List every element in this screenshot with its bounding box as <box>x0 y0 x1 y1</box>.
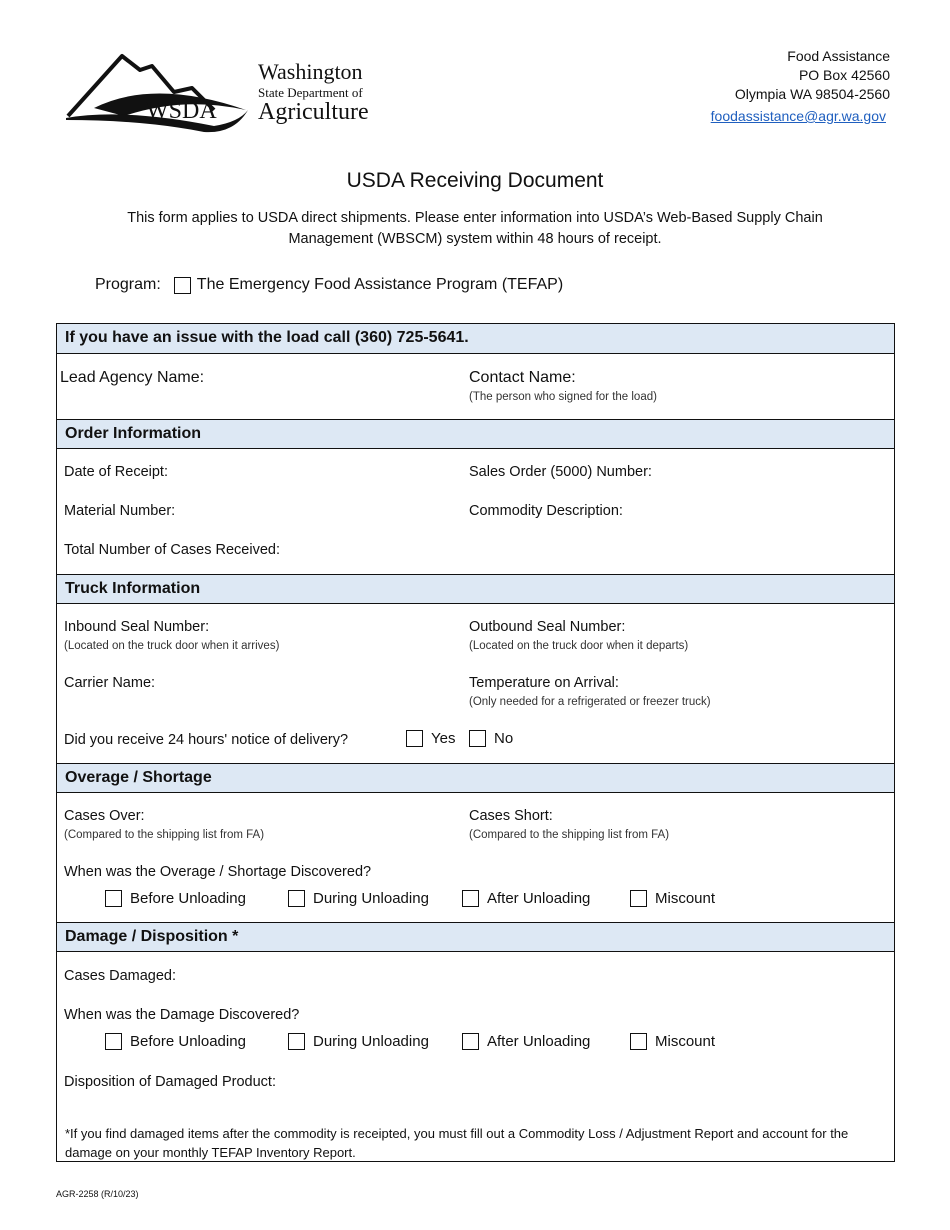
org-line-2: State Department of <box>258 85 363 100</box>
cases-over-hint: (Compared to the shipping list from FA) <box>64 829 265 841</box>
carrier-name-label: Carrier Name: <box>64 675 156 691</box>
damage-section-header: Damage / Disposition * <box>57 922 894 952</box>
notice-no-checkbox[interactable] <box>469 730 486 747</box>
email-link[interactable]: foodassistance@agr.wa.gov <box>711 107 886 126</box>
wsda-logo: WSDA Washington State Department of Agri… <box>64 48 384 134</box>
damage-option-after: After Unloading <box>462 1033 590 1050</box>
mountain-logo-icon: WSDA <box>66 54 248 133</box>
overage-option-miscount: Miscount <box>630 890 715 907</box>
overage-during-checkbox[interactable] <box>288 890 305 907</box>
org-name: Washington State Department of Agricultu… <box>258 59 369 126</box>
option-label: After Unloading <box>487 890 591 907</box>
cases-damaged-label: Cases Damaged: <box>64 968 177 984</box>
program-row: Program: The Emergency Food Assistance P… <box>95 276 563 294</box>
cases-over-label: Cases Over: <box>64 808 145 824</box>
option-label: During Unloading <box>313 1033 429 1050</box>
notice-no-option: No <box>469 730 513 747</box>
temperature-label: Temperature on Arrival: <box>469 675 619 691</box>
intro-text: This form applies to USDA direct shipmen… <box>127 210 823 247</box>
notice-question: Did you receive 24 hours' notice of deli… <box>64 732 349 748</box>
truck-section-header: Truck Information <box>57 574 894 604</box>
damage-footnote: *If you find damaged items after the com… <box>65 1126 849 1160</box>
date-of-receipt-label: Date of Receipt: <box>64 464 168 480</box>
damage-during-checkbox[interactable] <box>288 1033 305 1050</box>
temperature-hint: (Only needed for a refrigerated or freez… <box>469 696 711 708</box>
cases-short-label: Cases Short: <box>469 808 553 824</box>
inbound-seal-label: Inbound Seal Number: <box>64 619 210 635</box>
damage-after-checkbox[interactable] <box>462 1033 479 1050</box>
damage-question: When was the Damage Discovered? <box>64 1007 300 1023</box>
tefap-checkbox[interactable] <box>173 276 191 294</box>
tefap-label: The Emergency Food Assistance Program (T… <box>196 276 564 293</box>
address-line: Food Assistance <box>787 48 890 64</box>
option-label: After Unloading <box>487 1033 591 1050</box>
address-line: PO Box 42560 <box>798 67 890 83</box>
notice-no-label: No <box>494 730 514 747</box>
overage-option-after: After Unloading <box>462 890 590 907</box>
damage-miscount-checkbox[interactable] <box>630 1033 647 1050</box>
sales-order-label: Sales Order (5000) Number: <box>469 464 652 480</box>
order-section-header: Order Information <box>57 419 894 449</box>
total-cases-label: Total Number of Cases Received: <box>64 542 280 558</box>
address-block: Food Assistance PO Box 42560 Olympia WA … <box>711 47 890 126</box>
overage-section-header: Overage / Shortage <box>57 763 894 793</box>
damage-option-during: During Unloading <box>288 1033 429 1050</box>
overage-miscount-checkbox[interactable] <box>630 890 647 907</box>
org-line-3: Agriculture <box>258 99 369 125</box>
contact-name-label: Contact Name: <box>469 369 576 386</box>
program-label: Program: <box>95 276 161 293</box>
notice-yes-option: Yes <box>406 730 455 747</box>
damage-option-miscount: Miscount <box>630 1033 715 1050</box>
inbound-seal-hint: (Located on the truck door when it arriv… <box>64 640 280 652</box>
overage-after-checkbox[interactable] <box>462 890 479 907</box>
cases-short-hint: (Compared to the shipping list from FA) <box>469 829 670 841</box>
address-line: Olympia WA 98504-2560 <box>734 86 890 102</box>
page-title: USDA Receiving Document <box>346 169 604 192</box>
option-label: Miscount <box>655 890 716 907</box>
option-label: Before Unloading <box>130 1033 246 1050</box>
outbound-seal-hint: (Located on the truck door when it depar… <box>469 640 689 652</box>
disposition-label: Disposition of Damaged Product: <box>64 1074 276 1090</box>
option-label: Before Unloading <box>130 890 246 907</box>
option-label: During Unloading <box>313 890 429 907</box>
notice-yes-checkbox[interactable] <box>406 730 423 747</box>
org-line-1: Washington <box>258 59 363 84</box>
receiving-form: If you have an issue with the load call … <box>56 323 895 1162</box>
overage-before-checkbox[interactable] <box>105 890 122 907</box>
lead-agency-label: Lead Agency Name: <box>60 369 205 386</box>
notice-yes-label: Yes <box>431 730 456 747</box>
overage-option-during: During Unloading <box>288 890 429 907</box>
material-number-label: Material Number: <box>64 503 176 519</box>
option-label: Miscount <box>655 1033 716 1050</box>
damage-option-before: Before Unloading <box>105 1033 246 1050</box>
contact-section-header: If you have an issue with the load call … <box>57 324 894 354</box>
outbound-seal-label: Outbound Seal Number: <box>469 619 626 635</box>
commodity-description-label: Commodity Description: <box>469 503 623 519</box>
damage-before-checkbox[interactable] <box>105 1033 122 1050</box>
contact-name-hint: (The person who signed for the load) <box>469 391 657 403</box>
overage-question: When was the Overage / Shortage Discover… <box>64 864 372 880</box>
overage-option-before: Before Unloading <box>105 890 246 907</box>
form-code: AGR-2258 (R/10/23) <box>56 1189 139 1199</box>
logo-mark: WSDA <box>146 98 217 124</box>
